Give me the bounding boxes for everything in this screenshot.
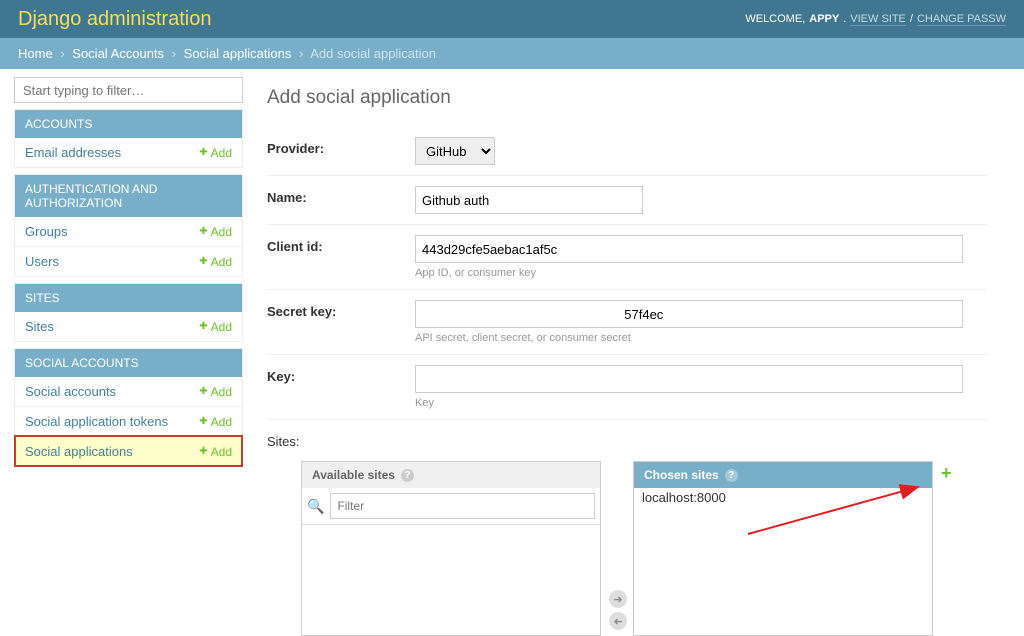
chosen-list[interactable]: localhost:8000	[634, 488, 932, 630]
breadcrumb: Home › Social Accounts › Social applicat…	[0, 38, 1024, 69]
sidebar-item: Users ✚Add	[15, 246, 242, 276]
sidebar-item-link[interactable]: Groups	[25, 224, 68, 239]
user-tools: WELCOME, APPY. VIEW SITE / CHANGE PASSW	[745, 13, 1006, 26]
form-row-key: Key: Key	[267, 355, 987, 420]
sidebar-item-link[interactable]: Social applications	[25, 444, 133, 459]
breadcrumb-app[interactable]: Social Accounts	[72, 46, 164, 61]
sidebar-add-link[interactable]: ✚Add	[199, 385, 232, 399]
plus-icon: ✚	[199, 147, 207, 158]
add-site-button[interactable]: +	[941, 463, 952, 484]
sites-label: Sites:	[267, 430, 415, 449]
help-icon[interactable]: ?	[401, 469, 414, 482]
sidebar-module: AUTHENTICATION AND AUTHORIZATION Groups ✚A…	[14, 174, 243, 277]
plus-icon: ✚	[199, 256, 207, 267]
page-title: Add social application	[267, 87, 1024, 109]
search-icon: 🔍	[307, 498, 324, 515]
available-sites-header: Available sites ?	[302, 462, 600, 488]
secret-help: API secret, client secret, or consumer s…	[415, 332, 987, 344]
sidebar-item: Social application tokens ✚Add	[15, 406, 242, 436]
key-input[interactable]	[415, 365, 963, 393]
breadcrumb-model[interactable]: Social applications	[184, 46, 292, 61]
sidebar-section-header: SOCIAL ACCOUNTS	[15, 349, 242, 377]
provider-label: Provider:	[267, 137, 415, 156]
chosen-sites-box: Chosen sites ? localhost:8000	[633, 461, 933, 636]
sidebar-section-header: SITES	[15, 284, 242, 312]
name-input[interactable]	[415, 186, 643, 214]
sidebar-add-link[interactable]: ✚Add	[199, 445, 232, 459]
sidebar: ACCOUNTSEmail addresses✚AddAUTHENTICATIO…	[0, 69, 243, 636]
sidebar-module: SITES Sites ✚Add	[14, 283, 243, 342]
content: Add social application Provider: GitHub …	[243, 69, 1024, 636]
plus-icon: ✚	[199, 321, 207, 332]
available-list[interactable]	[302, 525, 600, 635]
key-help: Key	[415, 397, 987, 409]
plus-icon: ✚	[199, 226, 207, 237]
sidebar-item: Social accounts ✚Add	[15, 377, 242, 406]
secret-input[interactable]	[415, 300, 963, 328]
selector-chooser: ➜ ➜	[603, 461, 633, 636]
breadcrumb-home[interactable]: Home	[18, 46, 53, 61]
sidebar-section-header: ACCOUNTS	[15, 110, 242, 138]
clientid-label: Client id:	[267, 235, 415, 254]
plus-icon: ✚	[199, 416, 207, 427]
list-item[interactable]: localhost:8000	[634, 488, 932, 507]
welcome-label: WELCOME,	[745, 13, 805, 25]
sidebar-section-header: AUTHENTICATION AND AUTHORIZATION	[15, 175, 242, 217]
sidebar-module: SOCIAL ACCOUNTSSocial accounts✚AddSocial…	[14, 348, 243, 467]
sidebar-item-link[interactable]: Sites	[25, 319, 54, 334]
username-link[interactable]: APPY	[809, 13, 839, 25]
sidebar-item: Email addresses ✚Add	[15, 138, 242, 167]
form-row-sites-label: Sites:	[267, 420, 987, 451]
form-row-clientid: Client id: App ID, or consumer key	[267, 225, 987, 290]
form-row-name: Name:	[267, 176, 987, 225]
sidebar-filter-input[interactable]	[14, 77, 243, 103]
available-filter-bar: 🔍	[302, 488, 600, 525]
sidebar-add-link[interactable]: ✚Add	[199, 320, 232, 334]
clientid-input[interactable]	[415, 235, 963, 263]
sidebar-item: Social applications ✚Add	[15, 436, 242, 466]
plus-icon: ✚	[199, 446, 207, 457]
sidebar-item-link[interactable]: Email addresses	[25, 145, 121, 160]
name-label: Name:	[267, 186, 415, 205]
chevron-right-icon: ›	[295, 46, 307, 61]
chosen-sites-header: Chosen sites ?	[634, 462, 932, 488]
remove-from-chosen-button[interactable]: ➜	[609, 612, 627, 630]
sidebar-item: Groups ✚Add	[15, 217, 242, 246]
sidebar-item-link[interactable]: Social accounts	[25, 384, 116, 399]
available-sites-box: Available sites ? 🔍	[301, 461, 601, 636]
plus-icon: ✚	[199, 386, 207, 397]
sidebar-add-link[interactable]: ✚Add	[199, 146, 232, 160]
sites-selector: Available sites ? 🔍 ➜ ➜ Chosen sites ?	[267, 451, 987, 636]
key-label: Key:	[267, 365, 415, 384]
chevron-right-icon: ›	[56, 46, 68, 61]
sidebar-module: ACCOUNTS Email addresses ✚Add	[14, 109, 243, 168]
breadcrumb-current: Add social application	[310, 46, 436, 61]
form-row-provider: Provider: GitHub	[267, 127, 987, 176]
sidebar-item-link[interactable]: Users	[25, 254, 59, 269]
sidebar-item: Sites ✚Add	[15, 312, 242, 341]
topbar: Django administration WELCOME, APPY. VIE…	[0, 0, 1024, 38]
available-filter-input[interactable]	[330, 493, 595, 519]
sidebar-item-link[interactable]: Social application tokens	[25, 414, 168, 429]
help-icon[interactable]: ?	[725, 469, 738, 482]
form-row-secret: Secret key: API secret, client secret, o…	[267, 290, 987, 355]
clientid-help: App ID, or consumer key	[415, 267, 987, 279]
sidebar-add-link[interactable]: ✚Add	[199, 255, 232, 269]
change-password-link[interactable]: CHANGE PASSW	[917, 13, 1006, 26]
chevron-right-icon: ›	[168, 46, 180, 61]
view-site-link[interactable]: VIEW SITE	[850, 13, 906, 26]
brand-title[interactable]: Django administration	[18, 8, 211, 31]
sidebar-add-link[interactable]: ✚Add	[199, 225, 232, 239]
sidebar-add-link[interactable]: ✚Add	[199, 415, 232, 429]
provider-select[interactable]: GitHub	[415, 137, 495, 165]
secret-label: Secret key:	[267, 300, 415, 319]
add-to-chosen-button[interactable]: ➜	[609, 590, 627, 608]
